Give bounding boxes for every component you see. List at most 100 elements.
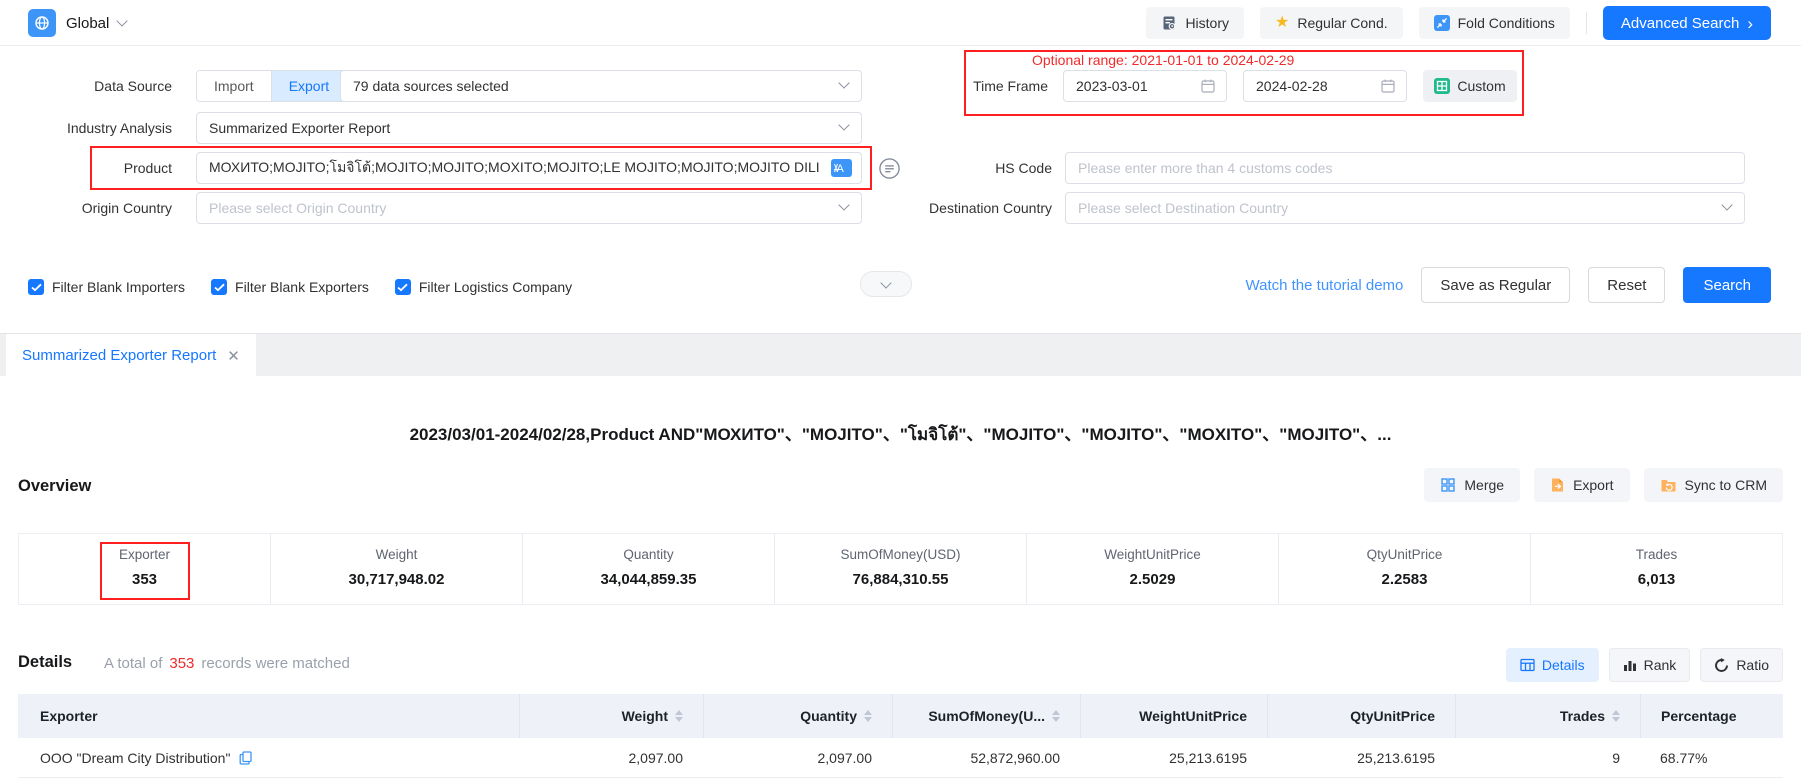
origin-country-select[interactable]: Please select Origin Country [196, 192, 862, 224]
column-sum-of-money[interactable]: SumOfMoney(U... [892, 694, 1080, 738]
chevron-down-icon [838, 119, 849, 130]
end-date-field[interactable]: 2024-02-28 [1243, 70, 1407, 102]
checkbox-checked-icon [28, 279, 44, 295]
fold-icon [1434, 15, 1450, 31]
stat-value: 6,013 [1531, 571, 1782, 588]
sort-icon[interactable] [1612, 710, 1620, 722]
sort-icon[interactable] [1052, 710, 1060, 722]
destination-country-select[interactable]: Please select Destination Country [1065, 192, 1745, 224]
region-label: Global [66, 15, 109, 32]
export-button[interactable]: Export [1534, 468, 1629, 502]
ratio-view-button[interactable]: Ratio [1700, 648, 1783, 682]
data-source-select[interactable]: 79 data sources selected [340, 70, 862, 102]
chevron-down-icon [880, 277, 891, 288]
stat-qty-unit-price: QtyUnitPrice 2.2583 [1278, 534, 1530, 604]
product-input[interactable] [196, 152, 862, 184]
merge-button[interactable]: Merge [1424, 468, 1520, 502]
export-toggle[interactable]: Export [271, 71, 346, 101]
rank-view-icon [1623, 658, 1637, 672]
column-quantity[interactable]: Quantity [703, 694, 892, 738]
column-label: Trades [1560, 708, 1605, 724]
advanced-search-button[interactable]: Advanced Search › [1603, 6, 1771, 40]
industry-analysis-label: Industry Analysis [0, 112, 172, 144]
column-label: Quantity [800, 708, 857, 724]
chevron-right-icon: › [1747, 15, 1753, 32]
stat-label: Weight [271, 547, 522, 562]
export-icon [1550, 477, 1565, 493]
merge-label: Merge [1464, 477, 1504, 493]
calendar-icon [1200, 78, 1216, 94]
cell-exporter[interactable]: OOO "Dream City Distribution" [18, 738, 519, 777]
filter-logistics-company-checkbox[interactable]: Filter Logistics Company [395, 279, 572, 295]
region-selector[interactable]: Global [66, 11, 126, 35]
data-source-value: 79 data sources selected [353, 78, 509, 94]
ratio-view-icon [1714, 658, 1729, 673]
sort-icon[interactable] [675, 710, 683, 722]
sync-to-crm-button[interactable]: Sync to CRM [1644, 468, 1783, 502]
custom-icon [1434, 78, 1450, 94]
column-qty-unit-price: QtyUnitPrice [1267, 694, 1455, 738]
cell-qty-unit-price: 25,213.6195 [1267, 738, 1455, 777]
tab-summarized-exporter-report[interactable]: Summarized Exporter Report ✕ [6, 334, 256, 377]
sync-folder-icon [1660, 478, 1677, 493]
history-button[interactable]: History [1146, 7, 1244, 39]
sync-to-crm-label: Sync to CRM [1685, 477, 1767, 493]
column-label: SumOfMoney(U... [928, 708, 1045, 724]
column-trades[interactable]: Trades [1455, 694, 1640, 738]
rank-view-button[interactable]: Rank [1609, 648, 1691, 682]
exporter-name[interactable]: OOO "Dream City Distribution" [40, 750, 230, 766]
column-weight[interactable]: Weight [519, 694, 703, 738]
close-icon[interactable]: ✕ [227, 347, 240, 365]
top-bar: Global History ★ Regular Cond. Fold Cond [0, 0, 1801, 46]
origin-country-placeholder: Please select Origin Country [209, 200, 386, 216]
regular-cond-button[interactable]: ★ Regular Cond. [1260, 7, 1403, 39]
checkbox-label: Filter Blank Exporters [235, 279, 369, 295]
checkbox-label: Filter Logistics Company [419, 279, 572, 295]
filter-blank-importers-checkbox[interactable]: Filter Blank Importers [28, 279, 185, 295]
ratio-view-label: Ratio [1736, 657, 1769, 673]
reset-button[interactable]: Reset [1588, 267, 1665, 303]
column-percentage: Percentage [1640, 694, 1783, 738]
tutorial-demo-link[interactable]: Watch the tutorial demo [1246, 277, 1404, 294]
checkbox-checked-icon [211, 279, 227, 295]
details-view-button[interactable]: Details [1506, 648, 1599, 682]
app-logo[interactable] [28, 9, 56, 37]
chevron-down-icon [117, 15, 128, 26]
stat-sum-of-money: SumOfMoney(USD) 76,884,310.55 [774, 534, 1026, 604]
checkbox-checked-icon [395, 279, 411, 295]
regular-cond-label: Regular Cond. [1297, 15, 1387, 31]
column-exporter: Exporter [18, 694, 519, 738]
stat-quantity: Quantity 34,044,859.35 [522, 534, 774, 604]
total-count: 353 [169, 655, 194, 672]
fold-conditions-button[interactable]: Fold Conditions [1419, 7, 1570, 39]
sort-icon[interactable] [864, 710, 872, 722]
expand-conditions-button[interactable] [860, 271, 912, 297]
origin-country-label: Origin Country [0, 192, 172, 224]
import-toggle[interactable]: Import [197, 71, 271, 101]
cell-quantity: 2,097.00 [703, 738, 892, 777]
start-date-field[interactable]: 2023-03-01 [1063, 70, 1227, 102]
industry-analysis-select[interactable]: Summarized Exporter Report [196, 112, 862, 144]
hs-code-input[interactable] [1065, 152, 1745, 184]
stat-value: 30,717,948.02 [271, 571, 522, 588]
stat-label: WeightUnitPrice [1027, 547, 1278, 562]
copy-icon[interactable] [239, 751, 252, 765]
stat-label: Exporter [19, 547, 270, 562]
end-date-value: 2024-02-28 [1256, 78, 1328, 94]
product-label: Product [0, 152, 172, 184]
start-date-value: 2023-03-01 [1076, 78, 1148, 94]
divider [1586, 12, 1587, 34]
filter-blank-exporters-checkbox[interactable]: Filter Blank Exporters [211, 279, 369, 295]
translate-icon[interactable]: A [831, 159, 852, 180]
save-as-regular-button[interactable]: Save as Regular [1421, 267, 1570, 303]
stat-weight-unit-price: WeightUnitPrice 2.5029 [1026, 534, 1278, 604]
stat-exporter: Exporter 353 [19, 534, 270, 604]
search-button[interactable]: Search [1683, 267, 1771, 303]
fold-conditions-label: Fold Conditions [1458, 15, 1555, 31]
column-label: Weight [622, 708, 668, 724]
details-view-label: Details [1542, 657, 1585, 673]
tab-label: Summarized Exporter Report [22, 347, 216, 364]
overview-title: Overview [18, 477, 91, 496]
cell-weight-unit-price: 25,213.6195 [1080, 738, 1267, 777]
custom-range-button[interactable]: Custom [1423, 70, 1517, 102]
